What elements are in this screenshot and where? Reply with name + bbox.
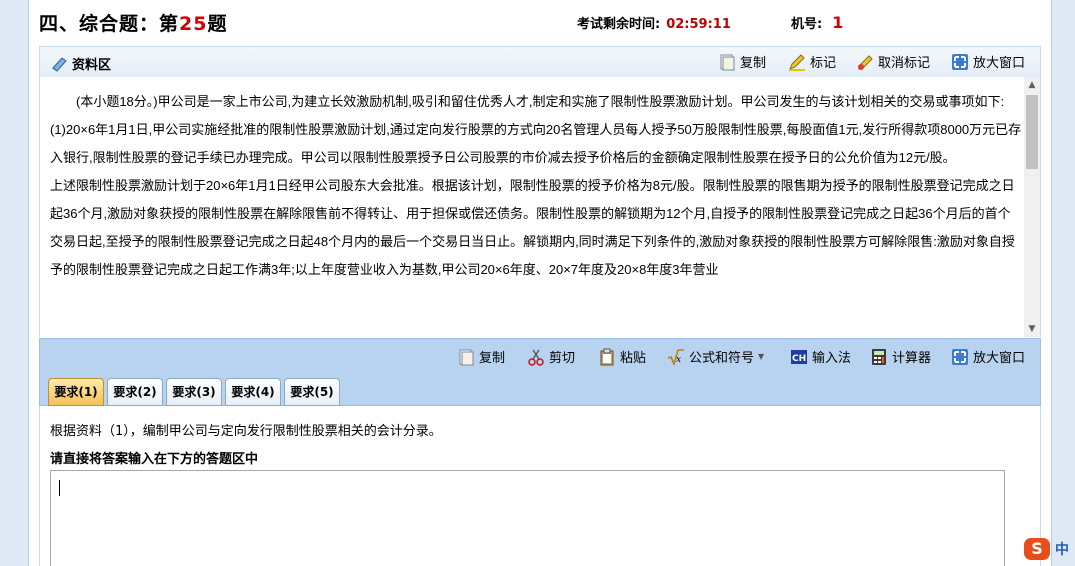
- tab-requirement-1[interactable]: 要求(1): [48, 378, 104, 406]
- question-title: 四、综合题：第25题: [39, 9, 227, 36]
- material-paragraph-2: 上述限制性股票激励计划于20×6年1月1日经甲公司股东大会批准。根据该计划，限制…: [50, 178, 1015, 277]
- material-enlarge-button[interactable]: 放大窗口: [951, 52, 1025, 71]
- scroll-thumb[interactable]: [1026, 95, 1038, 169]
- text-caret: [59, 480, 60, 496]
- question-title-suffix: 题: [207, 13, 228, 35]
- calculator-icon: [870, 348, 888, 366]
- answer-copy-label: 复制: [479, 351, 506, 366]
- material-paragraph-intro: (本小题18分。)甲公司是一家上市公司,为建立长效激励机制,吸引和留住优秀人才,…: [76, 94, 1005, 109]
- scissors-icon: [527, 348, 545, 366]
- tab-requirement-2[interactable]: 要求(2): [107, 378, 163, 406]
- material-copy-button[interactable]: 复制: [718, 52, 766, 71]
- material-header: 资料区 复制 标记 取消标记 放大窗口: [39, 46, 1041, 77]
- ime-indicator[interactable]: S 中: [1024, 536, 1075, 562]
- tab-requirement-5[interactable]: 要求(5): [284, 378, 340, 406]
- formula-dropdown[interactable]: x 公式和符号 ▼: [667, 347, 764, 366]
- answer-toolbar: 复制 剪切 粘贴 x 公式和符号 ▼ CH 输入法 计算器 放大窗口 要求(1): [39, 338, 1041, 406]
- scroll-down-icon[interactable]: ▼: [1024, 321, 1040, 337]
- answer-enlarge-label: 放大窗口: [973, 351, 1026, 366]
- formula-label: 公式和符号: [689, 351, 755, 366]
- paste-label: 粘贴: [620, 351, 647, 366]
- expand-icon: [951, 348, 969, 366]
- timer-value: 02:59:11: [666, 17, 731, 32]
- answer-enlarge-button[interactable]: 放大窗口: [951, 347, 1025, 366]
- exam-frame: 四、综合题：第25题 考试剩余时间: 02:59:11 机号: 1 资料区 复制 标…: [28, 0, 1052, 566]
- tab-requirement-3[interactable]: 要求(3): [166, 378, 222, 406]
- seat-label: 机号:: [791, 17, 823, 32]
- timer-label: 考试剩余时间:: [577, 17, 661, 32]
- answer-hint: 请直接将答案输入在下方的答题区中: [50, 452, 259, 467]
- copy-icon: [457, 348, 475, 366]
- seat-number: 机号: 1: [791, 13, 843, 32]
- ch-icon: CH: [790, 348, 808, 366]
- input-method-button[interactable]: CH 输入法: [790, 347, 851, 366]
- eraser-icon: [856, 53, 874, 71]
- sogou-logo-icon: S: [1024, 538, 1050, 560]
- material-copy-label: 复制: [740, 56, 767, 71]
- exam-timer: 考试剩余时间: 02:59:11: [577, 13, 731, 32]
- question-title-prefix: 四、综合题：第: [39, 13, 180, 35]
- mark-button[interactable]: 标记: [788, 52, 836, 71]
- material-content[interactable]: (本小题18分。)甲公司是一家上市公司,为建立长效激励机制,吸引和留住优秀人才,…: [39, 77, 1041, 337]
- sqrt-icon: x: [667, 348, 685, 366]
- mark-label: 标记: [810, 56, 837, 71]
- unmark-label: 取消标记: [878, 56, 931, 71]
- copy-icon: [718, 53, 736, 71]
- calculator-label: 计算器: [892, 351, 932, 366]
- book-icon: [50, 55, 68, 73]
- requirement-text: 根据资料（1），编制甲公司与定向发行限制性股票相关的会计分录。: [50, 424, 442, 439]
- paste-button[interactable]: 粘贴: [598, 347, 646, 366]
- chevron-down-icon: ▼: [758, 352, 765, 361]
- cut-button[interactable]: 剪切: [527, 347, 575, 366]
- unmark-button[interactable]: 取消标记: [856, 52, 930, 71]
- svg-text:CH: CH: [792, 354, 806, 364]
- material-label: 资料区: [50, 54, 111, 73]
- material-text: (本小题18分。)甲公司是一家上市公司,为建立长效激励机制,吸引和留住优秀人才,…: [50, 88, 1022, 284]
- svg-text:x: x: [676, 355, 681, 365]
- expand-icon: [951, 53, 969, 71]
- answer-copy-button[interactable]: 复制: [457, 347, 505, 366]
- material-scrollbar[interactable]: ▲ ▼: [1024, 77, 1040, 337]
- cut-label: 剪切: [549, 351, 576, 366]
- material-paragraph-1: (1)20×6年1月1日,甲公司实施经批准的限制性股票激励计划,通过定向发行股票…: [50, 122, 1022, 165]
- answer-input[interactable]: [50, 470, 1005, 566]
- requirement-tabs: 要求(1) 要求(2) 要求(3) 要求(4) 要求(5): [48, 378, 340, 406]
- material-enlarge-label: 放大窗口: [973, 56, 1026, 71]
- input-method-label: 输入法: [812, 351, 852, 366]
- tab-requirement-4[interactable]: 要求(4): [225, 378, 281, 406]
- ime-mode: 中: [1055, 542, 1069, 558]
- scroll-up-icon[interactable]: ▲: [1024, 77, 1040, 93]
- question-number: 25: [179, 13, 208, 35]
- answer-panel: 根据资料（1），编制甲公司与定向发行限制性股票相关的会计分录。 请直接将答案输入…: [39, 406, 1041, 566]
- clipboard-icon: [598, 348, 616, 366]
- calculator-button[interactable]: 计算器: [870, 347, 931, 366]
- title-bar: 四、综合题：第25题 考试剩余时间: 02:59:11 机号: 1: [29, 0, 1051, 44]
- material-label-text: 资料区: [72, 58, 112, 73]
- pencil-icon: [788, 53, 806, 71]
- seat-value: 1: [832, 13, 844, 32]
